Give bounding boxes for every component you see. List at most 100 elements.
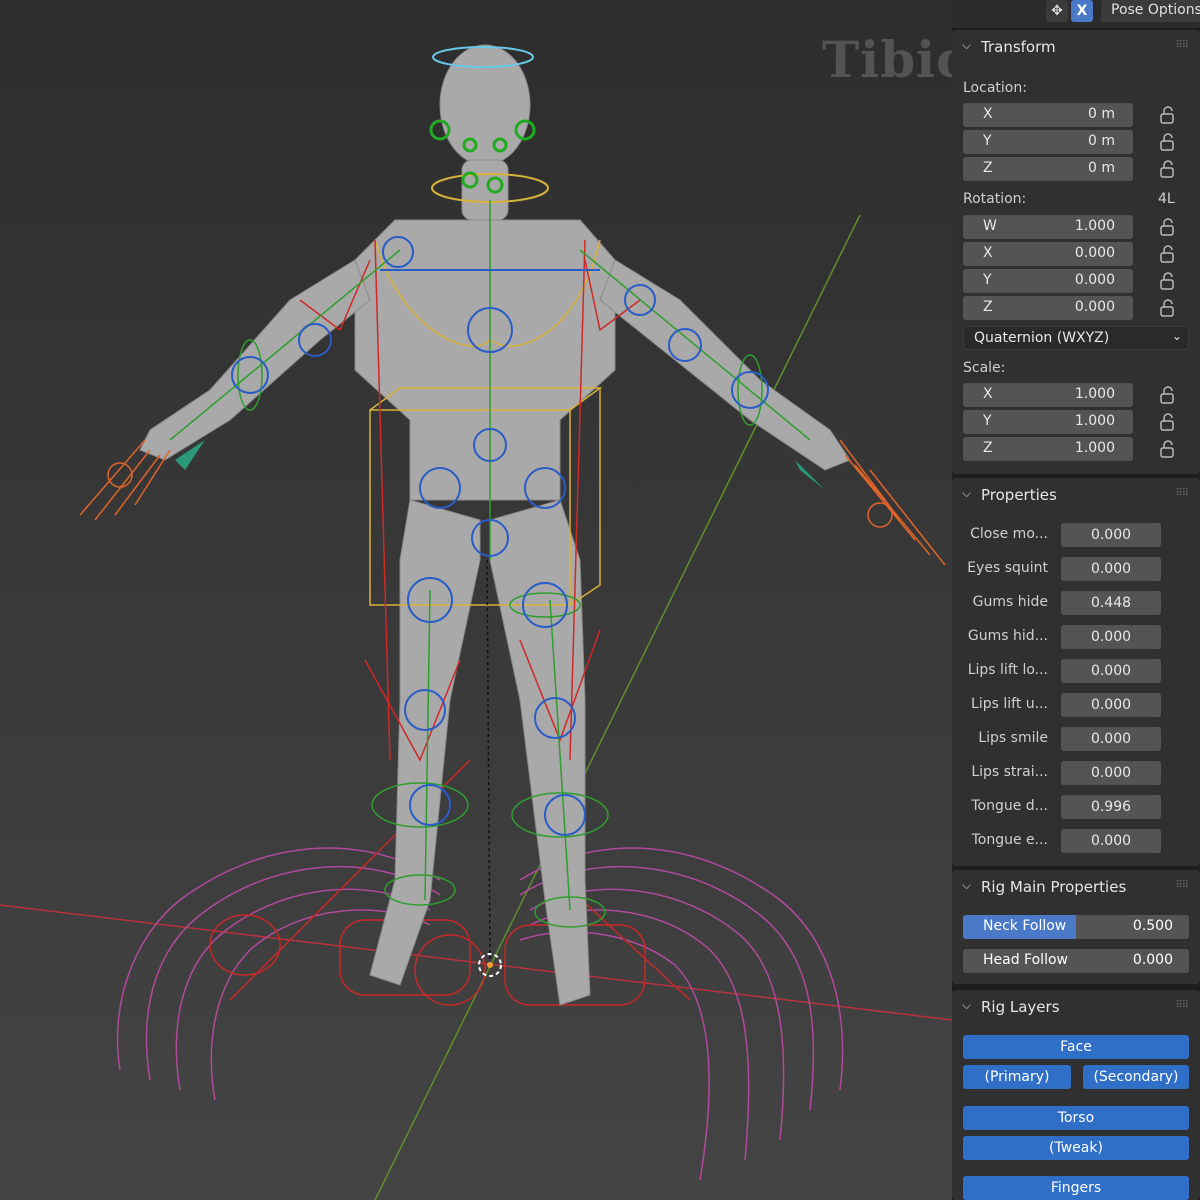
pose-options-button[interactable]: Pose Options [1101, 0, 1200, 22]
slider-label: Head Follow [983, 952, 1068, 968]
chevron-down-icon: ⌵ [962, 38, 972, 52]
scale-z-field[interactable]: Z 1.000 [963, 437, 1133, 461]
property-row: Tongue d... 0.996 [952, 795, 1200, 819]
property-value-field[interactable]: 0.000 [1061, 829, 1161, 853]
lock-icon[interactable] [1156, 105, 1178, 125]
neck-follow-slider[interactable]: Neck Follow 0.500 [963, 915, 1189, 939]
axis-label: X [983, 245, 993, 261]
head-follow-slider[interactable]: Head Follow 0.000 [963, 949, 1189, 973]
rotation-4l-toggle[interactable]: 4L [1158, 191, 1175, 207]
rig-layers-header[interactable]: ⌵ Rig Layers ⠿⠿ [952, 990, 1200, 1024]
lock-icon[interactable] [1156, 217, 1178, 237]
axis-label: Z [983, 440, 993, 456]
lock-icon[interactable] [1156, 132, 1178, 152]
transform-header[interactable]: ⌵ Transform ⠿⠿ [952, 30, 1200, 64]
property-label: Lips smile [978, 730, 1048, 746]
field-value: 0 m [1088, 106, 1115, 122]
scale-y-field[interactable]: Y 1.000 [963, 410, 1133, 434]
watermark: Tibicena3D [822, 30, 952, 89]
lock-icon[interactable] [1156, 385, 1178, 405]
property-row: Lips lift u... 0.000 [952, 693, 1200, 717]
chevron-down-icon: ⌵ [962, 486, 972, 500]
properties-panel: ⌵ Properties ⠿⠿ Close mo... 0.000 Eyes sq… [952, 478, 1200, 866]
transform-panel: ⌵ Transform ⠿⠿ Location: X0 m Y0 m Z0 m … [952, 30, 1200, 474]
drag-grip-icon[interactable]: ⠿⠿ [1175, 1000, 1189, 1011]
property-row: Close mo... 0.000 [952, 523, 1200, 547]
drag-grip-icon[interactable]: ⠿⠿ [1175, 488, 1189, 499]
layer-fingers-button[interactable]: Fingers [963, 1176, 1189, 1200]
field-value: 0.000 [1074, 299, 1115, 315]
panel-title: Rig Layers [981, 998, 1060, 1016]
drag-grip-icon[interactable]: ⠿⠿ [1175, 40, 1189, 51]
rig-main-header[interactable]: ⌵ Rig Main Properties ⠿⠿ [952, 870, 1200, 904]
property-row: Lips lift lo... 0.000 [952, 659, 1200, 683]
location-z-field[interactable]: Z 0 m [963, 157, 1133, 181]
axis-label: X [983, 106, 993, 122]
property-label: Tongue d... [971, 798, 1048, 814]
lock-icon[interactable] [1156, 159, 1178, 179]
property-value-field[interactable]: 0.000 [1061, 659, 1161, 683]
spine-chain [169, 200, 811, 928]
property-row: Gums hide 0.448 [952, 591, 1200, 615]
property-row: Eyes squint 0.000 [952, 557, 1200, 581]
chevron-down-icon: ⌵ [962, 878, 972, 892]
field-value: 0.000 [1074, 272, 1115, 288]
panel-title: Transform [981, 38, 1056, 56]
property-label: Lips lift lo... [967, 662, 1048, 678]
properties-header[interactable]: ⌵ Properties ⠿⠿ [952, 478, 1200, 512]
property-label: Eyes squint [967, 560, 1048, 576]
property-value-field[interactable]: 0.000 [1061, 693, 1161, 717]
location-label: Location: [963, 80, 1027, 96]
property-row: Lips smile 0.000 [952, 727, 1200, 751]
property-row: Tongue e... 0.000 [952, 829, 1200, 853]
property-value-field[interactable]: 0.000 [1061, 625, 1161, 649]
property-value-field[interactable]: 0.448 [1061, 591, 1161, 615]
root-line [486, 559, 491, 961]
rotation-z-field[interactable]: Z 0.000 [963, 296, 1133, 320]
axis-label: W [983, 218, 997, 234]
rotation-y-field[interactable]: Y 0.000 [963, 269, 1133, 293]
location-x-field[interactable]: X 0 m [963, 103, 1133, 127]
field-value: 0.000 [1074, 245, 1115, 261]
property-value-field[interactable]: 0.000 [1061, 761, 1161, 785]
panel-title: Properties [981, 486, 1057, 504]
gizmo-icon[interactable]: ✥ [1046, 0, 1068, 22]
drag-grip-icon[interactable]: ⠿⠿ [1175, 880, 1189, 891]
viewport-header: ✥ X Pose Options [952, 0, 1200, 26]
3d-viewport[interactable]: Tibicena3D [0, 0, 952, 1200]
mirror-x-toggle[interactable]: X [1071, 0, 1093, 22]
panel-title: Rig Main Properties [981, 878, 1127, 896]
slider-value: 0.500 [1132, 918, 1173, 934]
axis-label: Z [983, 299, 993, 315]
lock-icon[interactable] [1156, 412, 1178, 432]
n-panel-sidebar: ⌵ Transform ⠿⠿ Location: X0 m Y0 m Z0 m … [952, 28, 1200, 1200]
lock-icon[interactable] [1156, 244, 1178, 264]
property-value-field[interactable]: 0.000 [1061, 557, 1161, 581]
lock-icon[interactable] [1156, 439, 1178, 459]
lock-icon[interactable] [1156, 298, 1178, 318]
field-value: 0 m [1088, 133, 1115, 149]
layer-face-primary-button[interactable]: (Primary) [963, 1065, 1071, 1089]
property-label: Gums hid... [967, 628, 1048, 644]
layer-face-button[interactable]: Face [963, 1035, 1189, 1059]
layer-face-secondary-button[interactable]: (Secondary) [1083, 1065, 1189, 1089]
property-value-field[interactable]: 0.000 [1061, 523, 1161, 547]
field-value: 1.000 [1074, 413, 1115, 429]
field-value: 0 m [1088, 160, 1115, 176]
rotation-x-field[interactable]: X 0.000 [963, 242, 1133, 266]
chevron-down-icon: ⌄ [1171, 329, 1182, 343]
property-label: Close mo... [970, 526, 1048, 542]
rotation-mode-dropdown[interactable]: Quaternion (WXYZ) ⌄ [963, 326, 1189, 350]
field-value: 1.000 [1074, 440, 1115, 456]
location-y-field[interactable]: Y 0 m [963, 130, 1133, 154]
property-value-field[interactable]: 0.000 [1061, 727, 1161, 751]
axis-label: Y [983, 133, 992, 149]
layer-torso-button[interactable]: Torso [963, 1106, 1189, 1130]
layer-torso-tweak-button[interactable]: (Tweak) [963, 1136, 1189, 1160]
axis-label: Y [983, 413, 992, 429]
lock-icon[interactable] [1156, 271, 1178, 291]
rotation-w-field[interactable]: W 1.000 [963, 215, 1133, 239]
property-value-field[interactable]: 0.996 [1061, 795, 1161, 819]
viewport-scene [0, 44, 952, 1200]
scale-x-field[interactable]: X 1.000 [963, 383, 1133, 407]
